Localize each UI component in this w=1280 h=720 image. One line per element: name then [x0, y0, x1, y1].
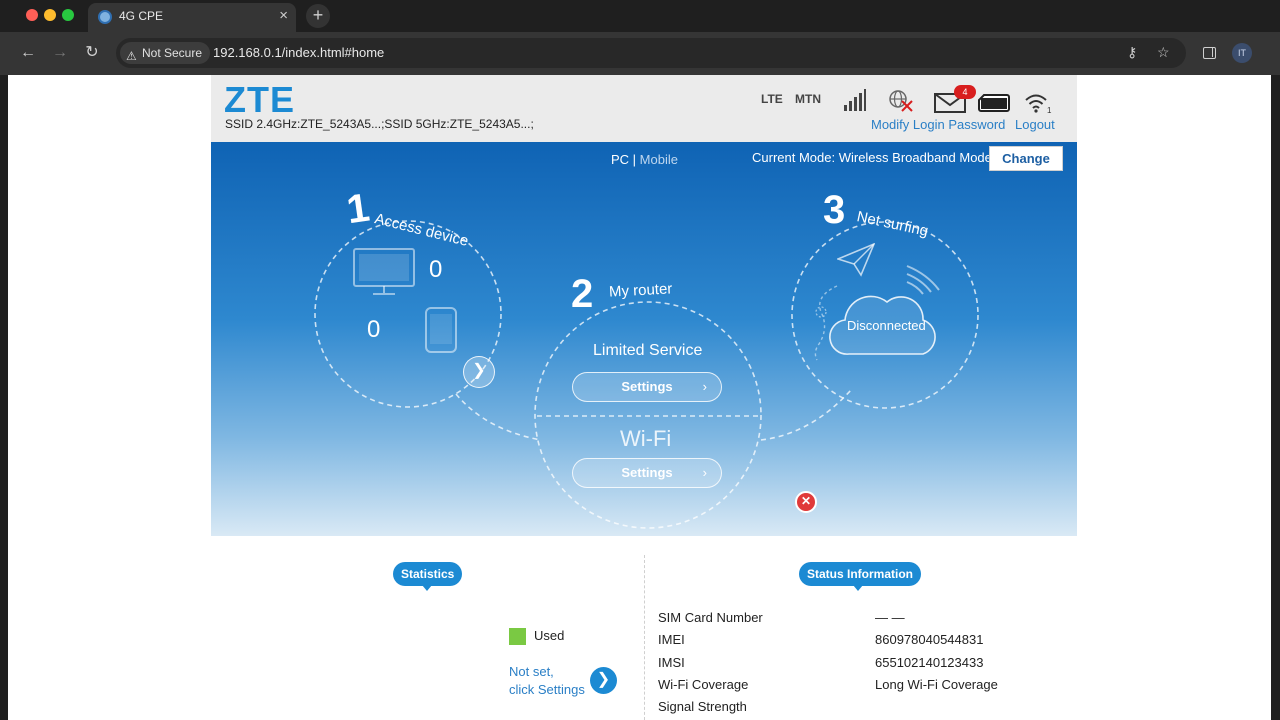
chevron-right-icon: ›	[702, 379, 707, 394]
back-arrow-icon[interactable]: ←	[17, 42, 39, 64]
profile-avatar[interactable]: IT	[1232, 43, 1252, 63]
status-information-heading: Status Information	[799, 562, 922, 586]
statistics-heading: Statistics	[393, 562, 463, 586]
internet-status: Disconnected	[847, 318, 926, 333]
wifi-coverage-label: Wi-Fi Coverage	[658, 677, 749, 692]
pc-device-count: 0	[429, 256, 443, 283]
chevron-right-icon: ›	[702, 465, 707, 480]
statistics-pill-tail	[422, 585, 432, 591]
security-indicator[interactable]: ⚠ Not Secure	[120, 42, 211, 64]
click-settings-link[interactable]: click Settings	[509, 681, 585, 699]
section-divider	[644, 555, 645, 720]
router-settings-label: Settings	[621, 379, 673, 394]
message-count-badge: 4	[954, 85, 976, 99]
wifi-settings-button[interactable]: Settings ›	[572, 458, 722, 488]
used-legend-swatch	[509, 628, 526, 645]
zte-logo: ZTE	[224, 79, 295, 120]
statistics-settings-arrow-button[interactable]: ❯	[590, 667, 617, 694]
wifi-coverage-value: Long Wi-Fi Coverage	[875, 677, 998, 692]
imei-value: 860978040544831	[875, 632, 984, 647]
wifi-label: Wi-Fi	[620, 426, 672, 451]
star-icon[interactable]: ☆	[1157, 44, 1170, 61]
tab-title: 4G CPE	[119, 9, 164, 23]
no-internet-globe-icon	[889, 90, 913, 112]
sim-card-number-value: — —	[875, 610, 905, 625]
access-device-arrow-button[interactable]: ❯	[463, 356, 495, 388]
not-set-text[interactable]: Not set,	[509, 663, 554, 681]
new-tab-button[interactable]: +	[306, 4, 330, 28]
imei-label: IMEI	[658, 632, 685, 647]
flight-path-line	[814, 285, 838, 361]
close-window-button[interactable]	[26, 9, 38, 21]
signal-strength-icon	[844, 89, 866, 111]
url-text[interactable]: 192.168.0.1/index.html#home	[213, 45, 384, 60]
operator-name: MTN	[795, 92, 821, 106]
maximize-window-button[interactable]	[62, 9, 74, 21]
svg-text:1: 1	[1047, 106, 1052, 114]
network-type: LTE	[761, 92, 783, 106]
forward-arrow-icon[interactable]: →	[49, 42, 71, 64]
desktop-computer-icon	[353, 248, 415, 295]
status-pill-tail	[853, 585, 863, 591]
modify-login-password-link[interactable]: Modify Login Password	[871, 117, 1005, 132]
browser-tab-bar: 4G CPE × +	[0, 0, 1280, 32]
used-legend-label: Used	[534, 628, 565, 643]
favicon-icon	[98, 10, 112, 24]
step2-label: My router	[608, 280, 673, 301]
tab-close-icon[interactable]: ×	[279, 7, 288, 24]
key-icon[interactable]: ⚷	[1127, 44, 1137, 61]
reload-icon[interactable]: ↻	[81, 42, 103, 64]
cloud-icon	[829, 265, 940, 355]
mobile-device-count: 0	[367, 316, 381, 343]
warning-icon: ⚠	[126, 49, 137, 63]
router-settings-button-2[interactable]: Settings ›	[572, 372, 722, 402]
side-panel-icon[interactable]	[1203, 47, 1216, 59]
disconnected-error-icon: ✕	[795, 491, 817, 513]
security-label: Not Secure	[142, 46, 203, 60]
web-page: ZTE SSID 2.4GHz:ZTE_5243A5...;SSID 5GHz:…	[8, 75, 1271, 720]
logout-link[interactable]: Logout	[1015, 117, 1055, 132]
browser-toolbar: ← → ↻ ⚠ Not Secure 192.168.0.1/index.htm…	[0, 32, 1280, 75]
step2-number: 2	[571, 272, 594, 316]
ssid-text: SSID 2.4GHz:ZTE_5243A5...;SSID 5GHz:ZTE_…	[225, 117, 534, 131]
sim-card-number-label: SIM Card Number	[658, 610, 763, 625]
minimize-window-button[interactable]	[44, 9, 56, 21]
router-status: Limited Service	[593, 342, 703, 359]
imsi-label: IMSI	[658, 655, 685, 670]
wifi-icon: 1	[1025, 94, 1052, 114]
imsi-value: 655102140123433	[875, 655, 984, 670]
signal-strength-label: Signal Strength	[658, 699, 747, 714]
mobile-phone-icon	[425, 307, 457, 353]
browser-tab[interactable]: 4G CPE ×	[88, 3, 296, 32]
sim-card-icon	[978, 94, 1010, 112]
address-bar[interactable]: ⚠ Not Secure 192.168.0.1/index.html#home…	[116, 38, 1186, 68]
wifi-settings-label: Settings	[621, 465, 673, 480]
router-header: ZTE SSID 2.4GHz:ZTE_5243A5...;SSID 5GHz:…	[211, 75, 1077, 142]
step3-number: 3	[823, 188, 846, 232]
